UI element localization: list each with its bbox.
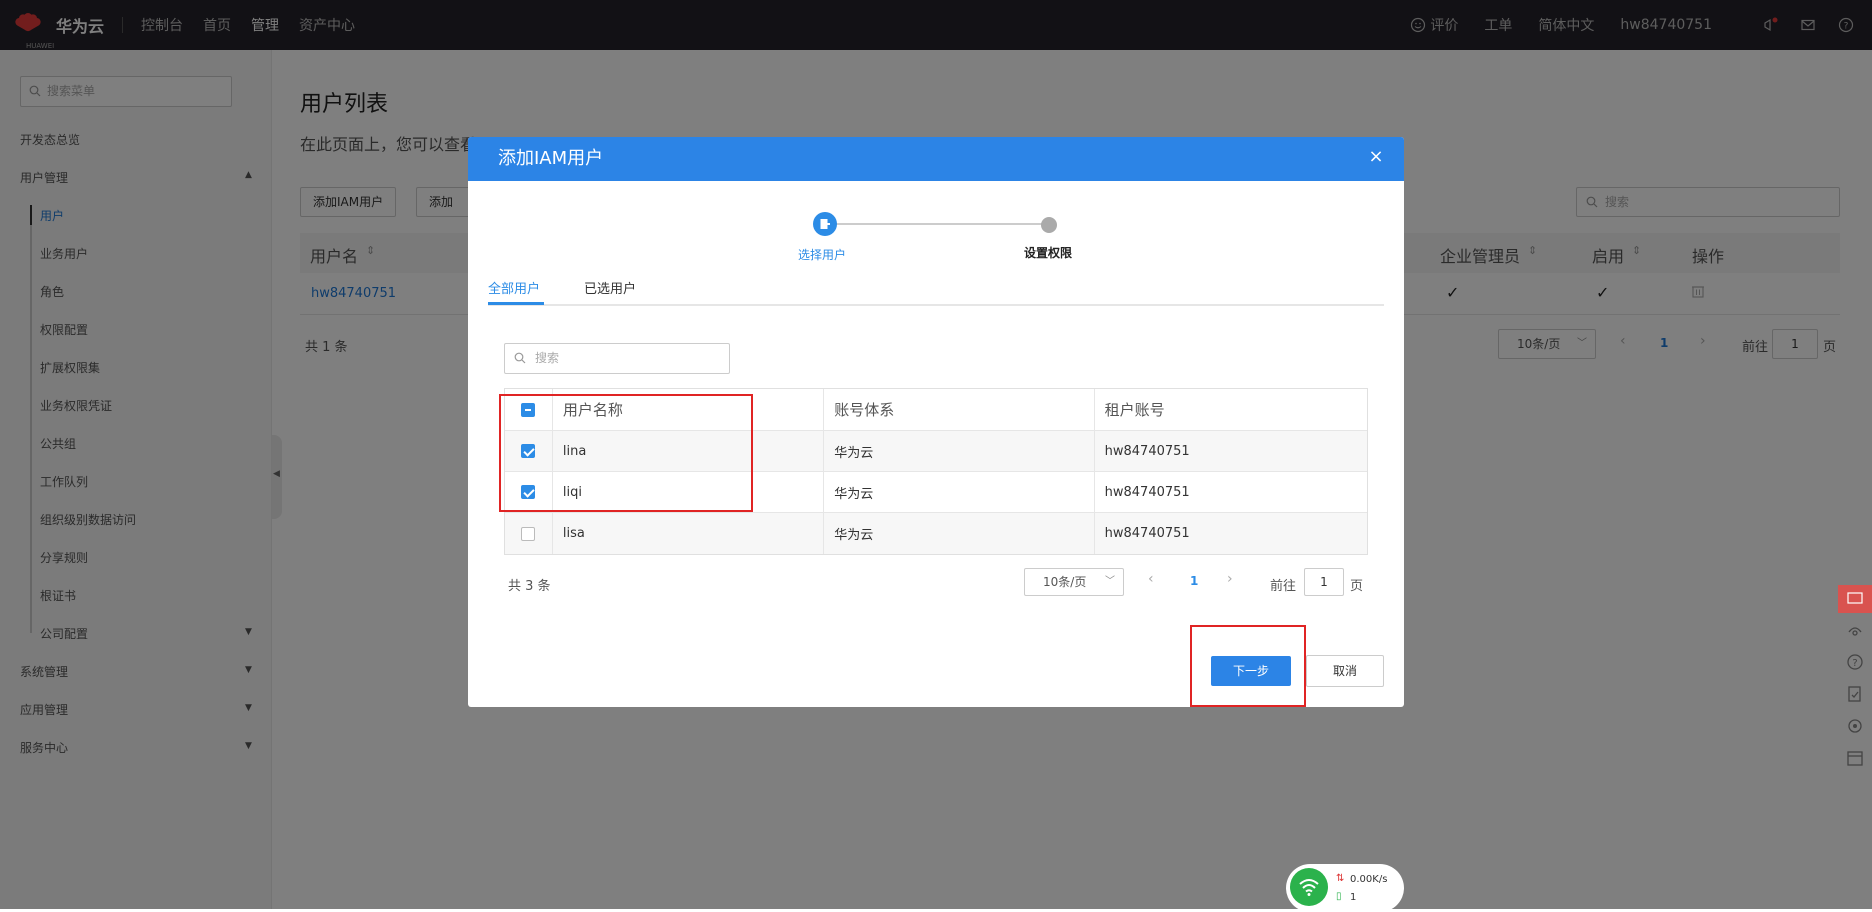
step-1-label: 选择用户 bbox=[798, 248, 847, 262]
page-size-label: 10条/页 bbox=[1043, 575, 1087, 589]
network-speed: 0.00K/s bbox=[1350, 874, 1388, 885]
active-tab-underline bbox=[488, 302, 544, 305]
highlight-next-button-box bbox=[1190, 625, 1306, 707]
clipboard-icon[interactable] bbox=[1846, 685, 1864, 703]
tenant-account: hw84740751 bbox=[1104, 443, 1190, 459]
row-select-cell bbox=[505, 513, 553, 554]
document-icon bbox=[820, 219, 830, 229]
account-system: 华为云 bbox=[824, 513, 1095, 554]
close-icon[interactable]: × bbox=[1368, 148, 1384, 166]
goto-page-input[interactable]: 1 bbox=[1304, 568, 1344, 596]
dialog-total-count: 共 3 条 bbox=[508, 579, 551, 594]
tab-selected-users[interactable]: 已选用户 bbox=[584, 278, 636, 297]
cloud-service-icon[interactable] bbox=[1846, 621, 1864, 639]
column-account-system: 账号体系 bbox=[824, 389, 1095, 430]
current-page[interactable]: 1 bbox=[1190, 574, 1198, 588]
device-icon: ▯ bbox=[1336, 891, 1342, 902]
dialog-header: 添加IAM用户 × bbox=[468, 137, 1404, 181]
help-icon[interactable]: ? bbox=[1846, 653, 1864, 671]
device-count: 1 bbox=[1350, 892, 1357, 903]
highlight-selected-users-box bbox=[499, 394, 753, 512]
calendar-icon[interactable] bbox=[1846, 749, 1864, 767]
dialog-page-size-select[interactable]: 10条/页 ﹀ bbox=[1024, 568, 1124, 596]
tenant-account: hw84740751 bbox=[1104, 526, 1190, 541]
search-placeholder: 搜索 bbox=[535, 351, 560, 365]
locate-icon[interactable] bbox=[1846, 717, 1864, 735]
column-tenant-account: 租户账号 bbox=[1104, 401, 1165, 419]
feedback-tab[interactable] bbox=[1838, 585, 1872, 613]
step-1-indicator bbox=[813, 212, 837, 236]
page-unit-label: 页 bbox=[1350, 579, 1364, 594]
search-icon bbox=[514, 352, 526, 364]
wifi-icon bbox=[1290, 868, 1328, 906]
cancel-button[interactable]: 取消 bbox=[1306, 655, 1384, 687]
chevron-down-icon: ﹀ bbox=[1105, 576, 1115, 587]
dialog-tabs: 全部用户 已选用户 bbox=[488, 272, 1384, 306]
tab-all-users[interactable]: 全部用户 bbox=[488, 278, 540, 297]
chat-icon bbox=[1847, 592, 1863, 604]
tenant-account: hw84740751 bbox=[1104, 484, 1190, 500]
account-system: 华为云 bbox=[824, 431, 1095, 471]
svg-text:?: ? bbox=[1852, 658, 1857, 669]
prev-page-button[interactable]: ‹ bbox=[1148, 571, 1154, 587]
dialog-search-input[interactable]: 搜索 bbox=[504, 343, 730, 374]
step-2-label: 设置权限 bbox=[1024, 246, 1073, 260]
network-speed-widget[interactable]: ⇅ 0.00K/s ▯ 1 bbox=[1286, 864, 1404, 912]
user-name: lisa bbox=[553, 513, 825, 554]
goto-label: 前往 bbox=[1270, 579, 1297, 594]
table-row[interactable]: lisa 华为云 hw84740751 bbox=[505, 513, 1367, 554]
step-2-indicator bbox=[1041, 217, 1057, 233]
upload-download-icon: ⇅ bbox=[1336, 873, 1345, 884]
stepper-line bbox=[836, 223, 1056, 225]
account-system: 华为云 bbox=[824, 472, 1095, 512]
dialog-title: 添加IAM用户 bbox=[498, 148, 604, 169]
next-page-button[interactable]: › bbox=[1227, 571, 1233, 587]
row-checkbox-lisa[interactable] bbox=[521, 526, 536, 541]
